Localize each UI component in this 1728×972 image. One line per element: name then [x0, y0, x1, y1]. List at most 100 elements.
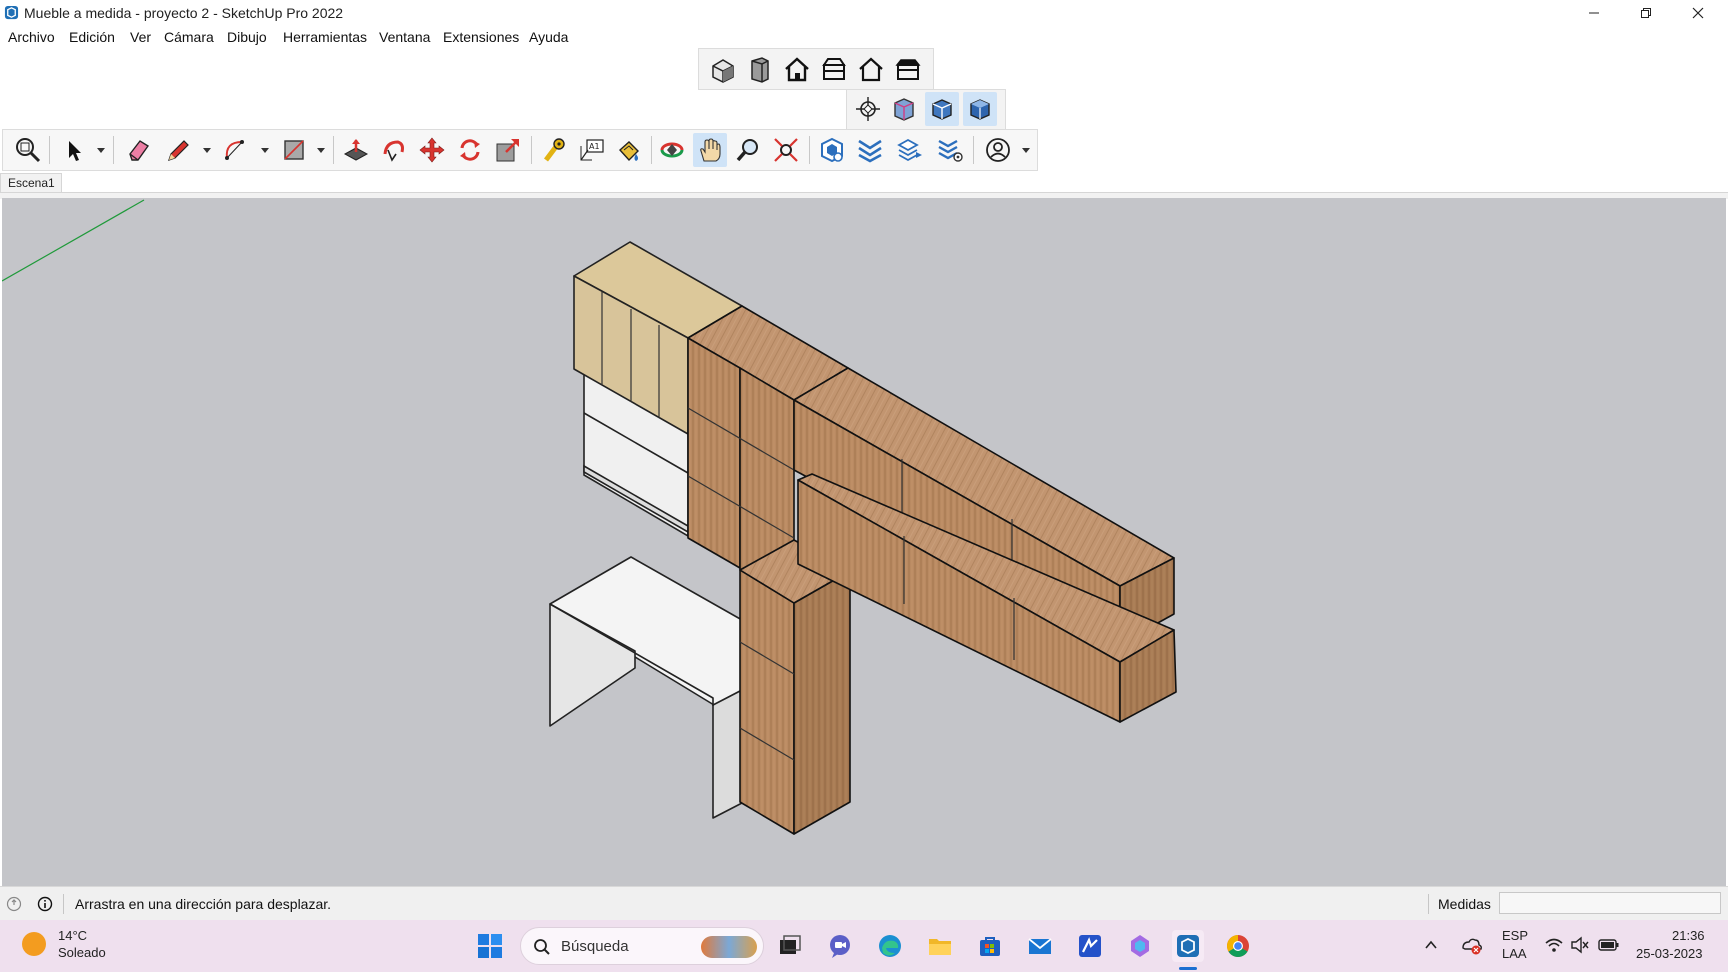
menu-bar: Archivo Edición Ver Cámara Dibujo Herram… [0, 26, 1728, 48]
menu-edicion[interactable]: Edición [69, 29, 115, 45]
top-view-button[interactable] [743, 52, 777, 86]
tags-button[interactable] [893, 133, 927, 167]
move-icon [419, 137, 445, 163]
outliner-button[interactable] [933, 133, 967, 167]
language-code[interactable]: ESP [1502, 928, 1528, 943]
menu-archivo[interactable]: Archivo [8, 29, 55, 45]
menu-dibujo[interactable]: Dibujo [227, 29, 267, 45]
left-view-icon [895, 59, 921, 80]
move-button[interactable] [415, 133, 449, 167]
menu-ver[interactable]: Ver [130, 29, 151, 45]
arc-icon [225, 140, 244, 160]
wireframe-button[interactable] [925, 92, 959, 126]
search-icon [534, 939, 550, 955]
menu-extensiones[interactable]: Extensiones [443, 29, 519, 45]
pan-icon [700, 138, 721, 162]
rectangle-dropdown[interactable] [317, 148, 325, 153]
tape-measure-button[interactable] [537, 133, 571, 167]
close-button[interactable] [1672, 0, 1724, 26]
edge-button[interactable] [874, 930, 906, 962]
file-explorer-button[interactable] [924, 930, 956, 962]
minimize-button[interactable] [1568, 0, 1620, 26]
right-view-icon [822, 58, 846, 80]
status-bar: Arrastra en una dirección para desplazar… [0, 886, 1728, 921]
orbit-button[interactable] [655, 133, 689, 167]
scene-tab[interactable]: Escena1 [0, 173, 62, 193]
copilot-button[interactable] [1124, 930, 1156, 962]
select-button[interactable] [57, 133, 91, 167]
info-icon[interactable] [37, 896, 53, 912]
scale-button[interactable] [491, 133, 525, 167]
paint-bucket-button[interactable] [611, 133, 645, 167]
pencil-button[interactable] [161, 133, 195, 167]
wifi-icon[interactable] [1544, 935, 1564, 955]
rotate-button[interactable] [453, 133, 487, 167]
zoom-button[interactable] [731, 133, 765, 167]
back-view-button[interactable] [854, 52, 888, 86]
restore-button[interactable] [1620, 0, 1672, 26]
menu-ventana[interactable]: Ventana [379, 29, 430, 45]
zoom-extents-button[interactable] [769, 133, 803, 167]
push-pull-button[interactable] [339, 133, 373, 167]
components-button[interactable] [815, 133, 849, 167]
task-view-icon [780, 935, 801, 954]
menu-herramientas[interactable]: Herramientas [283, 29, 367, 45]
shaded-button[interactable] [963, 92, 997, 126]
weather-temp[interactable]: 14°C [58, 928, 87, 943]
minimize-icon [1589, 12, 1599, 14]
modeling-viewport[interactable] [2, 198, 1726, 886]
xray-button[interactable] [851, 92, 885, 126]
store-button[interactable] [974, 930, 1006, 962]
menu-camara[interactable]: Cámara [164, 29, 214, 45]
pencil-dropdown[interactable] [203, 148, 211, 153]
account-dropdown[interactable] [1022, 148, 1030, 153]
geolocation-icon[interactable] [6, 896, 22, 912]
arc-dropdown[interactable] [261, 148, 269, 153]
mail-button[interactable] [1024, 930, 1056, 962]
measurements-input[interactable] [1499, 892, 1721, 914]
rectangle-icon [284, 140, 304, 160]
eraser-icon [129, 140, 150, 161]
taskbar-search[interactable]: Búsqueda [520, 927, 764, 965]
weather-sun-icon[interactable] [22, 932, 46, 956]
follow-me-icon [383, 140, 404, 162]
left-view-button[interactable] [891, 52, 925, 86]
sketchup-taskbar-button[interactable] [1172, 930, 1204, 962]
iso-view-button[interactable] [706, 52, 740, 86]
task-view-button[interactable] [774, 930, 806, 962]
weather-condition[interactable]: Soleado [58, 945, 106, 960]
keyboard-layout[interactable]: LAA [1502, 946, 1527, 961]
chrome-button[interactable] [1222, 930, 1254, 962]
start-button[interactable] [474, 930, 506, 962]
chat-button[interactable] [824, 930, 856, 962]
text-icon: A1 [580, 139, 604, 161]
zoom-window-button[interactable] [11, 133, 45, 167]
back-edges-button[interactable] [887, 92, 921, 126]
chrome-icon [1227, 935, 1249, 957]
select-dropdown[interactable] [97, 148, 105, 153]
autodesk-app-button[interactable] [1074, 930, 1106, 962]
volume-muted-icon[interactable] [1570, 935, 1590, 955]
eraser-button[interactable] [121, 133, 155, 167]
account-button[interactable] [981, 133, 1015, 167]
follow-me-button[interactable] [377, 133, 411, 167]
arc-button[interactable] [219, 133, 253, 167]
right-view-button[interactable] [817, 52, 851, 86]
battery-icon[interactable] [1598, 936, 1620, 954]
sandbox-button[interactable] [853, 133, 887, 167]
front-view-button[interactable] [780, 52, 814, 86]
pan-button[interactable] [693, 133, 727, 167]
clock-date[interactable]: 25-03-2023 [1636, 946, 1703, 961]
title-bar: Mueble a medida - proyecto 2 - SketchUp … [0, 0, 1728, 26]
back-view-icon [859, 57, 883, 82]
chevron-up-icon[interactable] [1424, 938, 1438, 952]
text-button[interactable]: A1 [575, 133, 609, 167]
components-icon [821, 137, 843, 163]
clock-time[interactable]: 21:36 [1672, 928, 1705, 943]
rectangle-button[interactable] [277, 133, 311, 167]
paint-bucket-icon [619, 141, 639, 162]
menu-ayuda[interactable]: Ayuda [529, 29, 568, 45]
main-toolbar: A1 [2, 129, 1038, 171]
outliner-icon [938, 139, 963, 162]
onedrive-error-icon[interactable] [1460, 934, 1482, 956]
